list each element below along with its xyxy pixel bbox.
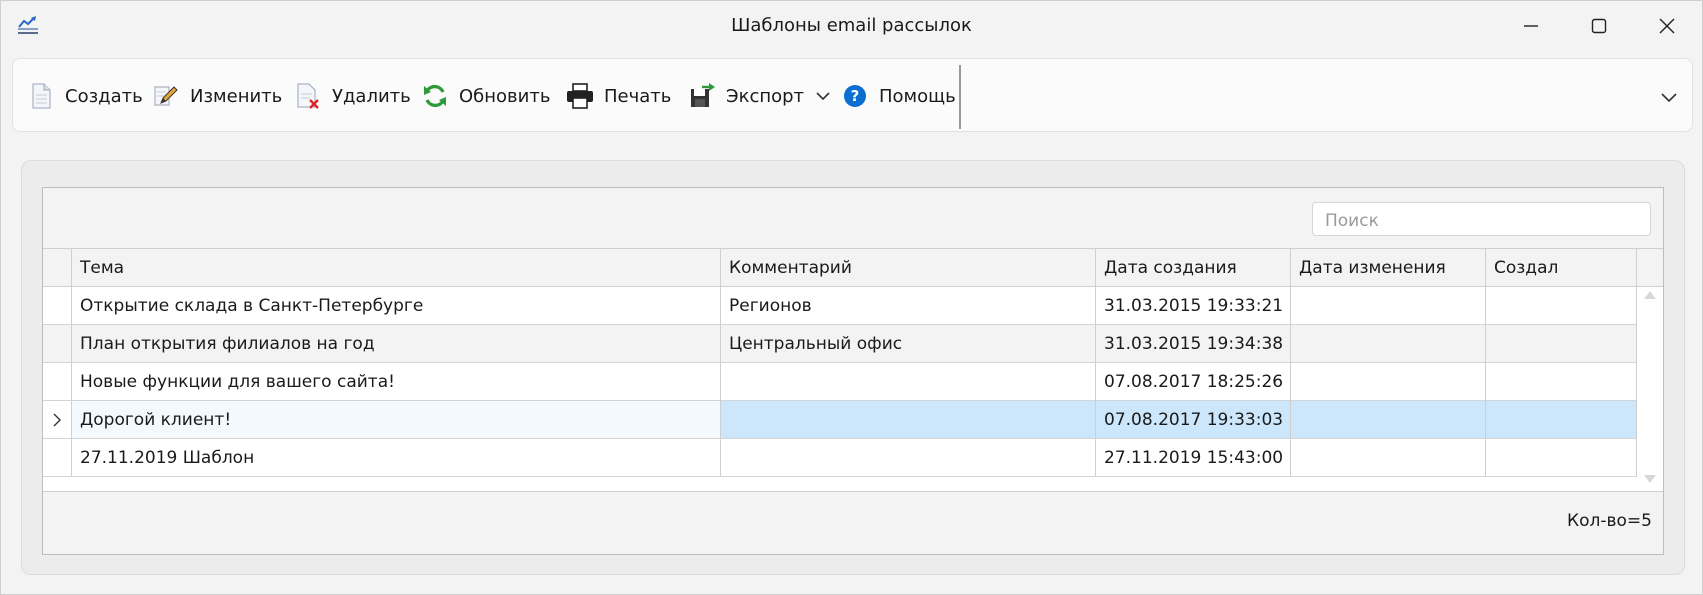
cell-subject: Дорогой клиент!	[72, 401, 721, 438]
cell-author	[1486, 287, 1637, 324]
toolbar-separator	[959, 65, 961, 129]
chevron-down-icon[interactable]	[816, 91, 830, 101]
cell-modified	[1291, 287, 1486, 324]
column-header-author[interactable]: Создал	[1486, 249, 1637, 286]
window: Шаблоны email рассылок Создать Изменить	[0, 0, 1703, 595]
edit-pencil-icon	[152, 82, 180, 110]
row-indicator	[43, 439, 72, 476]
vertical-scrollbar[interactable]	[1637, 287, 1663, 491]
cell-author	[1486, 325, 1637, 362]
table-row-selected[interactable]: Дорогой клиент! 07.08.2017 19:33:03	[43, 401, 1637, 439]
minimize-icon	[1524, 25, 1538, 27]
cell-subject: Новые функции для вашего сайта!	[72, 363, 721, 400]
cell-comment	[721, 401, 1096, 438]
help-button[interactable]: ? Помощь	[841, 77, 956, 115]
search-input[interactable]: Поиск	[1312, 202, 1651, 236]
row-indicator-header	[43, 249, 72, 286]
cell-comment	[721, 439, 1096, 476]
row-indicator	[43, 287, 72, 324]
cell-subject: План открытия филиалов на год	[72, 325, 721, 362]
edit-button[interactable]: Изменить	[152, 77, 282, 115]
cell-created: 27.11.2019 15:43:00	[1096, 439, 1291, 476]
column-header-subject[interactable]: Тема	[72, 249, 721, 286]
cell-subject: 27.11.2019 Шаблон	[72, 439, 721, 476]
export-icon	[688, 82, 716, 110]
record-count: Кол-во=5	[1567, 511, 1652, 531]
refresh-label: Обновить	[459, 85, 551, 107]
help-icon: ?	[841, 82, 869, 110]
table-header: Тема Комментарий Дата создания Дата изме…	[43, 249, 1663, 287]
cell-created: 07.08.2017 18:25:26	[1096, 363, 1291, 400]
row-indicator	[43, 363, 72, 400]
cell-author	[1486, 439, 1637, 476]
cell-created: 07.08.2017 19:33:03	[1096, 401, 1291, 438]
table-row[interactable]: Открытие склада в Санкт-Петербурге Регио…	[43, 287, 1637, 325]
printer-icon	[566, 82, 594, 110]
table-row[interactable]: Новые функции для вашего сайта! 07.08.20…	[43, 363, 1637, 401]
new-document-icon	[27, 82, 55, 110]
row-indicator	[43, 401, 72, 438]
maximize-button[interactable]	[1565, 1, 1633, 51]
cell-modified	[1291, 401, 1486, 438]
column-header-modified[interactable]: Дата изменения	[1291, 249, 1486, 286]
minimize-button[interactable]	[1497, 1, 1565, 51]
current-row-chevron-icon	[53, 413, 61, 426]
delete-button[interactable]: Удалить	[294, 77, 411, 115]
delete-document-icon	[294, 82, 322, 110]
close-button[interactable]	[1633, 1, 1701, 51]
cell-modified	[1291, 439, 1486, 476]
cell-author	[1486, 363, 1637, 400]
refresh-icon	[421, 82, 449, 110]
cell-modified	[1291, 363, 1486, 400]
table-row[interactable]: 27.11.2019 Шаблон 27.11.2019 15:43:00	[43, 439, 1637, 477]
scroll-down-arrow-icon[interactable]	[1644, 475, 1656, 483]
close-icon	[1659, 18, 1675, 34]
cell-comment: Регионов	[721, 287, 1096, 324]
cell-created: 31.03.2015 19:34:38	[1096, 325, 1291, 362]
delete-label: Удалить	[332, 85, 411, 107]
toolbar-expand-chevron-icon[interactable]	[1659, 87, 1679, 107]
column-header-comment[interactable]: Комментарий	[721, 249, 1096, 286]
help-label: Помощь	[879, 85, 956, 107]
cell-comment: Центральный офис	[721, 325, 1096, 362]
cell-comment	[721, 363, 1096, 400]
edit-label: Изменить	[190, 85, 283, 107]
column-header-created[interactable]: Дата создания	[1096, 249, 1291, 286]
refresh-button[interactable]: Обновить	[421, 77, 550, 115]
cell-created: 31.03.2015 19:33:21	[1096, 287, 1291, 324]
data-grid: Тема Комментарий Дата создания Дата изме…	[43, 248, 1663, 492]
cell-author	[1486, 401, 1637, 438]
table-row[interactable]: План открытия филиалов на год Центральны…	[43, 325, 1637, 363]
print-label: Печать	[604, 85, 672, 107]
create-button[interactable]: Создать	[27, 77, 143, 115]
title-bar: Шаблоны email рассылок	[1, 1, 1702, 53]
window-title: Шаблоны email рассылок	[731, 15, 972, 36]
export-label: Экспорт	[726, 85, 805, 107]
maximize-icon	[1591, 18, 1607, 34]
row-indicator	[43, 325, 72, 362]
create-label: Создать	[65, 85, 143, 107]
cell-modified	[1291, 325, 1486, 362]
toolbar: Создать Изменить Удалить Обновить Печать	[12, 58, 1693, 132]
print-button[interactable]: Печать	[566, 77, 671, 115]
svg-text:?: ?	[851, 87, 860, 105]
export-button[interactable]: Экспорт	[688, 77, 830, 115]
cell-subject: Открытие склада в Санкт-Петербурге	[72, 287, 721, 324]
scroll-up-arrow-icon[interactable]	[1644, 291, 1656, 299]
